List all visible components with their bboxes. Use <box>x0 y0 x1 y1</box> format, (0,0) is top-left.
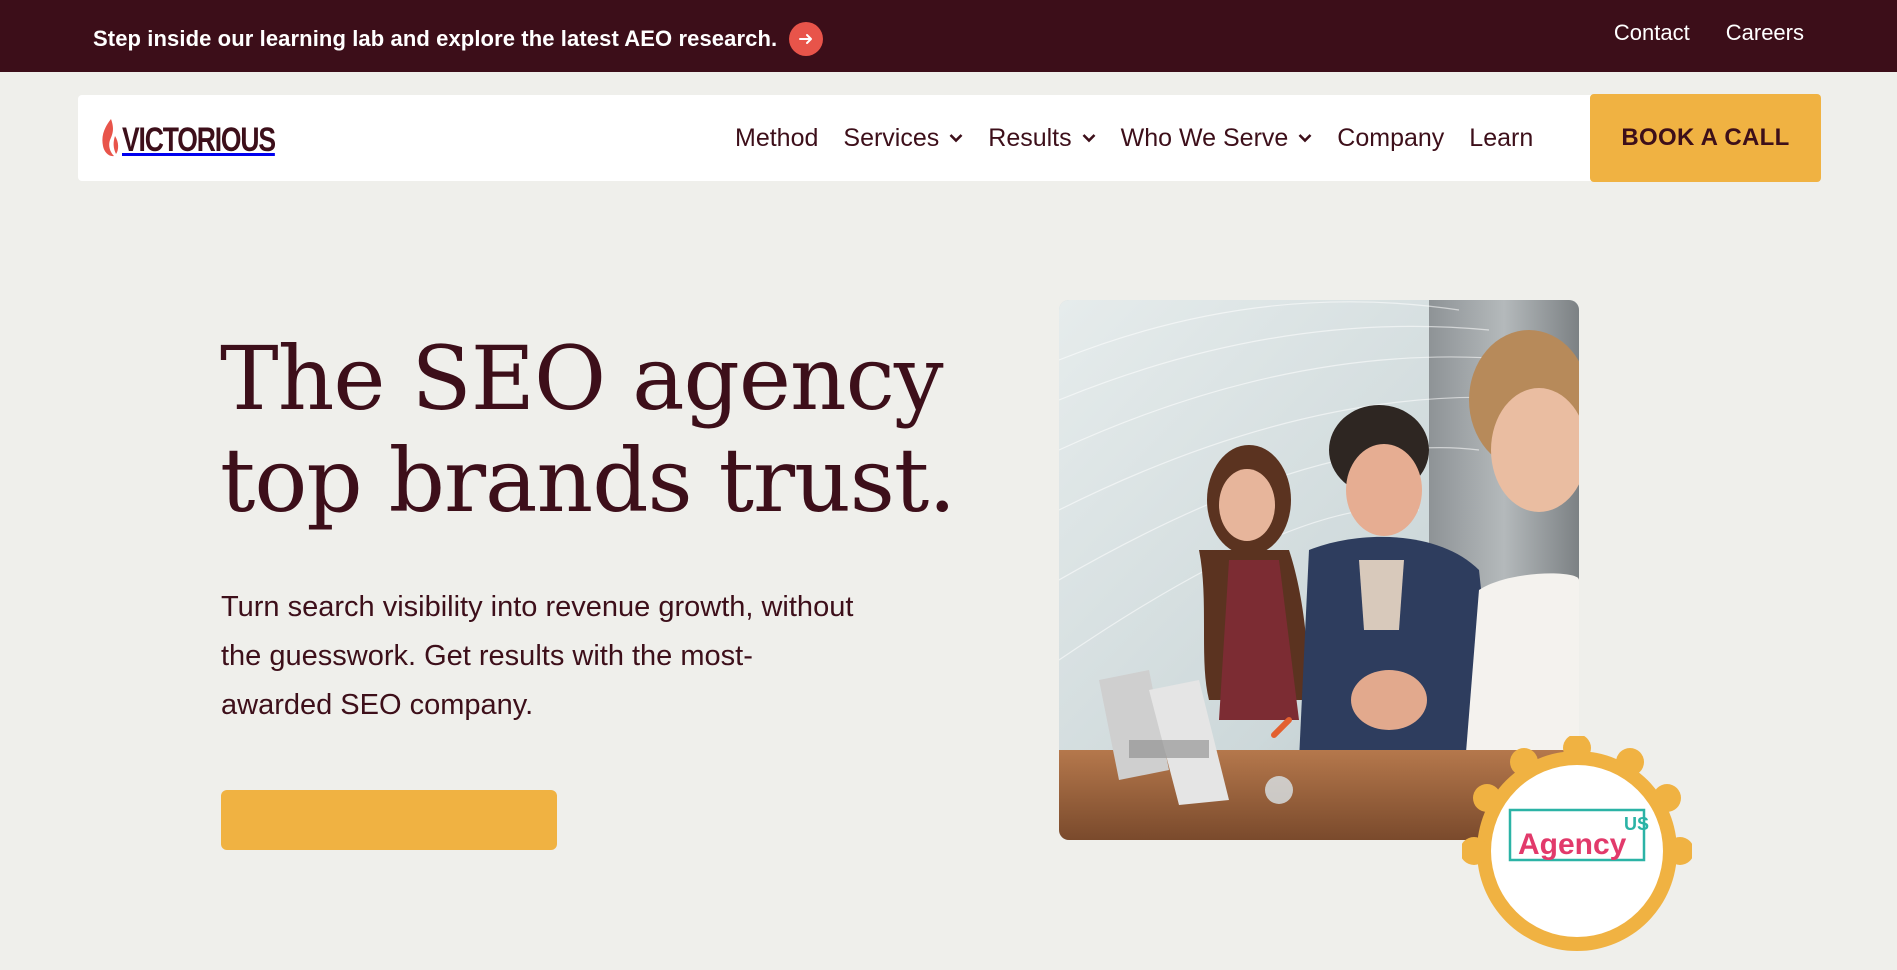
utility-nav: Contact Careers <box>1614 20 1804 46</box>
nav-item-label: Results <box>988 123 1072 152</box>
flame-icon <box>100 118 120 162</box>
nav-item-label: Company <box>1337 123 1445 152</box>
nav-item-services[interactable]: Services <box>843 124 963 153</box>
arrow-right-icon[interactable] <box>789 22 824 56</box>
announcement-bar: Step inside our learning lab and explore… <box>0 0 1897 72</box>
chevron-down-icon <box>949 134 963 143</box>
chevron-down-icon <box>1082 134 1096 143</box>
announcement-text: Step inside our learning lab and explore… <box>93 26 778 51</box>
nav-item-learn[interactable]: Learn <box>1469 124 1533 153</box>
badge-top-text: US <box>1624 814 1649 834</box>
badge-main-text: Agency <box>1518 828 1627 861</box>
nav-item-results[interactable]: Results <box>988 123 1096 153</box>
award-badge: US Agency <box>1460 734 1694 966</box>
logo[interactable]: VICTORIOUS <box>100 118 318 162</box>
nav-item-label: Services <box>843 123 940 152</box>
nav-item-method[interactable]: Method <box>735 124 818 153</box>
hero-subtitle: Turn search visibility into revenue grow… <box>221 591 854 721</box>
nav-item-who-we-serve[interactable]: Who We Serve <box>1121 124 1313 153</box>
careers-link[interactable]: Careers <box>1726 20 1804 46</box>
hero-title: The SEO agency top brands trust. <box>220 327 956 532</box>
hero-cta-button[interactable] <box>221 790 557 850</box>
chevron-down-icon <box>1298 134 1312 143</box>
contact-link[interactable]: Contact <box>1614 20 1690 46</box>
nav-item-label: Learn <box>1469 123 1534 152</box>
nav-item-company[interactable]: Company <box>1337 124 1444 153</box>
main-nav: VICTORIOUS Method Services Results Who W… <box>78 94 1821 182</box>
book-a-call-button[interactable]: BOOK A CALL <box>1590 94 1821 182</box>
nav-menu: Method Services Results Who We Serve Com… <box>735 95 1533 181</box>
nav-item-label: Who We Serve <box>1120 123 1289 152</box>
logo-text: VICTORIOUS <box>122 121 276 159</box>
nav-item-label: Method <box>735 123 819 152</box>
announcement-link[interactable]: Step inside our learning lab and explore… <box>93 22 824 56</box>
